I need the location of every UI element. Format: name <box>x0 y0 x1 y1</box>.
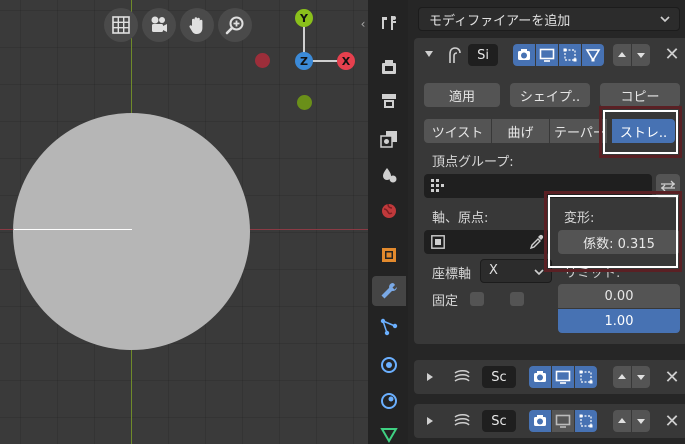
world-properties-icon[interactable] <box>372 196 406 226</box>
modifier-name-field[interactable]: Sc <box>482 366 516 388</box>
move-down-button[interactable] <box>632 410 650 432</box>
object-icon <box>431 235 445 249</box>
move-up-button[interactable] <box>613 366 631 388</box>
edit-mode-cage-icon[interactable] <box>529 366 551 388</box>
coordinate-axis-label: 座標軸 <box>432 267 472 282</box>
deform-factor-field[interactable]: 係数: 0.315 <box>558 230 680 254</box>
limit-max-field[interactable]: 1.00 <box>558 309 680 333</box>
origin-object-field[interactable] <box>424 230 550 254</box>
modifier-name-field[interactable]: Si <box>468 44 498 66</box>
viewport-display-icon[interactable] <box>552 366 574 388</box>
modifier-properties-icon[interactable] <box>372 276 406 306</box>
radius-edge <box>14 229 132 230</box>
collapsed-modifier-2: Sc ✕ <box>414 360 685 394</box>
modifier-visibility-toggles <box>529 366 597 388</box>
remove-modifier-icon[interactable]: ✕ <box>662 42 682 66</box>
viewport-display-icon[interactable] <box>536 44 558 66</box>
vertex-group-icon <box>431 179 444 192</box>
coordinate-axis-dropdown[interactable]: X <box>480 259 552 283</box>
simple-deform-icon <box>444 44 466 66</box>
grid-icon[interactable] <box>104 8 138 42</box>
copy-button[interactable]: コピー <box>600 83 680 107</box>
apply-as-shape-button[interactable]: シェイプ.. <box>510 83 590 107</box>
chevron-down-icon <box>660 16 670 23</box>
viewport-toolbar <box>104 8 252 42</box>
simple-deform-modifier: Si ✕ 適用 シェイプ.. コピー ツイスト 曲げ テーパー ストレ.. 頂点… <box>414 38 685 344</box>
collapse-triangle-icon[interactable] <box>422 44 436 64</box>
properties-tab-bar <box>368 0 408 444</box>
deform-label: 変形: <box>564 211 595 226</box>
remove-modifier-icon[interactable]: ✕ <box>662 365 682 389</box>
expand-triangle-icon[interactable] <box>424 411 436 431</box>
mode-taper-button[interactable]: テーパー <box>550 119 607 143</box>
move-down-button[interactable] <box>632 44 650 66</box>
collapsed-modifier-3: Sc ✕ <box>414 404 685 438</box>
zoom-icon[interactable] <box>218 8 252 42</box>
axis-origin-label: 軸、原点: <box>432 211 489 226</box>
edit-mode-display-icon[interactable] <box>575 366 597 388</box>
remove-modifier-icon[interactable]: ✕ <box>662 409 682 433</box>
add-modifier-label: モディファイアーを追加 <box>429 13 571 29</box>
add-modifier-dropdown[interactable]: モディファイアーを追加 <box>418 7 680 31</box>
3d-viewport[interactable]: Y Z X ‹ <box>0 0 368 444</box>
modifier-visibility-toggles <box>513 44 604 66</box>
edit-mode-display-icon[interactable] <box>575 410 597 432</box>
modifier-name-field[interactable]: Sc <box>482 410 516 432</box>
gizmo-neg-x-axis[interactable] <box>255 53 270 68</box>
mode-twist-button[interactable]: ツイスト <box>424 119 491 143</box>
lock-label: 固定 <box>432 294 459 309</box>
render-properties-icon[interactable] <box>372 52 406 82</box>
eyedropper-icon[interactable] <box>528 234 544 250</box>
physics-properties-icon[interactable] <box>372 350 406 380</box>
modifier-visibility-toggles <box>529 410 597 432</box>
apply-button[interactable]: 適用 <box>424 83 500 107</box>
edit-mode-cage-icon[interactable] <box>513 44 535 66</box>
vertex-group-label: 頂点グループ: <box>432 155 514 170</box>
lock-y-checkbox[interactable] <box>510 292 524 306</box>
lock-x-checkbox[interactable] <box>470 292 484 306</box>
vertex-group-field[interactable] <box>424 174 652 198</box>
mode-bend-button[interactable]: 曲げ <box>492 119 549 143</box>
gizmo-y-axis[interactable]: Y <box>295 9 313 27</box>
expand-triangle-icon[interactable] <box>424 367 436 387</box>
output-properties-icon[interactable] <box>372 86 406 116</box>
circle-mesh[interactable] <box>13 113 250 350</box>
gizmo-x-axis[interactable]: X <box>337 52 355 70</box>
invert-vertex-group-icon[interactable] <box>656 174 680 198</box>
limits-label: リミット: <box>564 266 621 281</box>
on-cage-icon[interactable] <box>582 44 604 66</box>
collapse-arrow-icon[interactable]: ‹ <box>358 14 368 34</box>
screw-modifier-icon <box>450 410 474 432</box>
data-properties-icon[interactable] <box>372 420 406 444</box>
modifier-header: Si ✕ <box>414 38 685 70</box>
move-down-button[interactable] <box>632 366 650 388</box>
scene-properties-icon[interactable] <box>372 160 406 190</box>
particle-properties-icon[interactable] <box>372 312 406 342</box>
move-up-button[interactable] <box>613 410 631 432</box>
limit-min-field[interactable]: 0.00 <box>558 284 680 308</box>
object-properties-icon[interactable] <box>372 240 406 270</box>
tool-settings-icon[interactable] <box>372 8 406 38</box>
view-layer-properties-icon[interactable] <box>372 124 406 154</box>
gizmo-neg-y-axis[interactable] <box>297 95 312 110</box>
gizmo-z-axis[interactable]: Z <box>295 52 313 70</box>
camera-icon[interactable] <box>142 8 176 42</box>
constraint-properties-icon[interactable] <box>372 386 406 416</box>
screw-modifier-icon <box>450 366 474 388</box>
modifier-properties-panel: モディファイアーを追加 Si ✕ 適用 シェイプ.. コピー ツイスト 曲げ テ… <box>408 0 685 444</box>
move-up-button[interactable] <box>613 44 631 66</box>
mode-stretch-button[interactable]: ストレ.. <box>612 119 675 143</box>
viewport-display-icon[interactable] <box>552 410 574 432</box>
hand-icon[interactable] <box>180 8 214 42</box>
edit-mode-cage-icon[interactable] <box>529 410 551 432</box>
edit-mode-display-icon[interactable] <box>559 44 581 66</box>
chevron-down-icon <box>534 269 544 276</box>
